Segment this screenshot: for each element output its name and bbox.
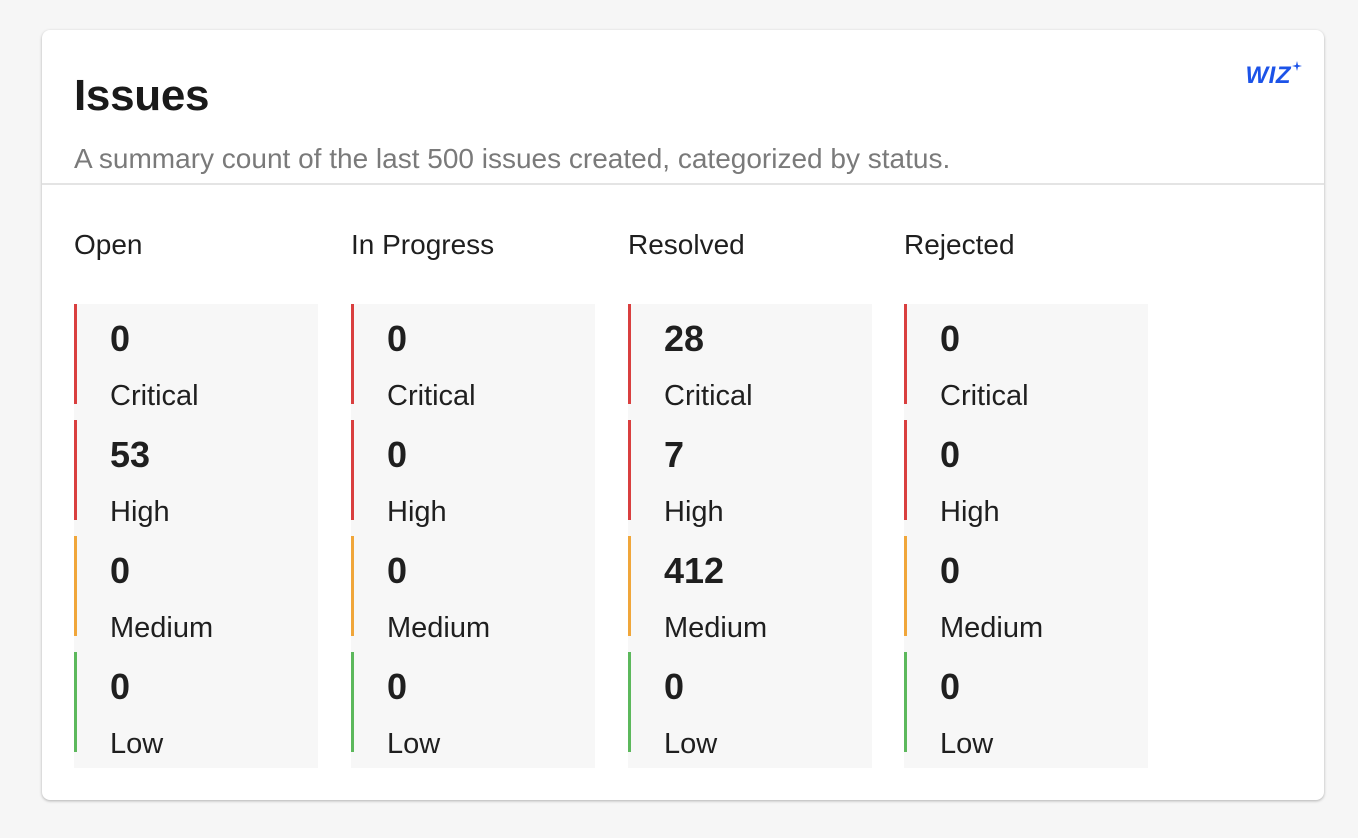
severity-label: Critical xyxy=(664,380,753,412)
severity-label: High xyxy=(940,496,1000,528)
severity-count: 0 xyxy=(940,550,961,591)
severity-bar xyxy=(74,536,77,636)
severity-count: 0 xyxy=(387,434,408,475)
severity-item-medium[interactable]: 0 Medium xyxy=(74,536,318,652)
severity-label: High xyxy=(110,496,170,528)
severity-label: Low xyxy=(940,728,994,760)
severity-label: Low xyxy=(664,728,718,760)
severity-bar xyxy=(628,536,631,636)
severity-list: 28 Critical 7 High 412 Medium 0 Low xyxy=(628,304,872,768)
severity-count: 0 xyxy=(110,318,131,359)
severity-count: 53 xyxy=(110,434,151,475)
severity-count: 0 xyxy=(110,550,131,591)
severity-count: 0 xyxy=(387,666,408,707)
page-title: Issues xyxy=(74,71,210,120)
severity-bar xyxy=(74,652,77,752)
status-label: Resolved xyxy=(628,229,745,260)
severity-item-high[interactable]: 53 High xyxy=(74,420,318,536)
severity-label: Medium xyxy=(387,612,491,644)
severity-item-high[interactable]: 7 High xyxy=(628,420,872,536)
severity-bar xyxy=(904,420,907,520)
severity-bar xyxy=(904,652,907,752)
sparkle-icon xyxy=(1292,61,1302,71)
severity-count: 0 xyxy=(387,318,408,359)
severity-list: 0 Critical 0 High 0 Medium 0 Low xyxy=(904,304,1148,768)
severity-label: Medium xyxy=(664,612,768,644)
severity-item-low[interactable]: 0 Low xyxy=(351,652,595,768)
severity-item-critical[interactable]: 0 Critical xyxy=(904,304,1148,420)
issues-card: Issues A summary count of the last 500 i… xyxy=(42,30,1324,800)
severity-item-low[interactable]: 0 Low xyxy=(74,652,318,768)
status-column-open: Open 0 Critical 53 High 0 Medium 0 Low xyxy=(74,225,318,768)
severity-label: Medium xyxy=(110,612,214,644)
severity-item-critical[interactable]: 0 Critical xyxy=(74,304,318,420)
severity-label: High xyxy=(664,496,724,528)
severity-label: Low xyxy=(387,728,441,760)
severity-item-medium[interactable]: 0 Medium xyxy=(904,536,1148,652)
card-header: Issues A summary count of the last 500 i… xyxy=(42,30,1324,185)
severity-bar xyxy=(628,304,631,404)
severity-count: 412 xyxy=(664,550,725,591)
severity-label: Critical xyxy=(940,380,1029,412)
severity-bar xyxy=(628,652,631,752)
severity-item-medium[interactable]: 0 Medium xyxy=(351,536,595,652)
severity-count: 0 xyxy=(387,550,408,591)
severity-label: Critical xyxy=(387,380,476,412)
status-column-resolved: Resolved 28 Critical 7 High 412 Medium 0… xyxy=(628,225,872,768)
severity-list: 0 Critical 0 High 0 Medium 0 Low xyxy=(351,304,595,768)
severity-label: Critical xyxy=(110,380,199,412)
wiz-logo: WIZ xyxy=(1246,60,1302,92)
status-column-rejected: Rejected 0 Critical 0 High 0 Medium 0 Lo… xyxy=(904,225,1148,768)
severity-label: Medium xyxy=(940,612,1044,644)
severity-item-low[interactable]: 0 Low xyxy=(904,652,1148,768)
status-label: Open xyxy=(74,229,143,260)
severity-item-medium[interactable]: 412 Medium xyxy=(628,536,872,652)
severity-count: 0 xyxy=(664,666,685,707)
card-subtitle: A summary count of the last 500 issues c… xyxy=(74,143,951,174)
severity-count: 0 xyxy=(110,666,131,707)
severity-bar xyxy=(904,304,907,404)
status-column-in-progress: In Progress 0 Critical 0 High 0 Medium 0… xyxy=(351,225,595,768)
severity-item-high[interactable]: 0 High xyxy=(904,420,1148,536)
severity-item-critical[interactable]: 28 Critical xyxy=(628,304,872,420)
severity-bar xyxy=(904,536,907,636)
severity-count: 0 xyxy=(940,666,961,707)
severity-label: Low xyxy=(110,728,164,760)
status-columns: Open 0 Critical 53 High 0 Medium 0 Low I… xyxy=(74,225,1181,768)
severity-count: 28 xyxy=(664,318,705,359)
severity-label: High xyxy=(387,496,447,528)
severity-bar xyxy=(74,304,77,404)
severity-bar xyxy=(351,304,354,404)
severity-bar xyxy=(351,652,354,752)
severity-count: 7 xyxy=(664,434,685,475)
severity-bar xyxy=(74,420,77,520)
severity-bar xyxy=(351,420,354,520)
status-label: In Progress xyxy=(351,229,495,260)
severity-item-high[interactable]: 0 High xyxy=(351,420,595,536)
logo-text: WIZ xyxy=(1245,62,1291,89)
severity-item-low[interactable]: 0 Low xyxy=(628,652,872,768)
severity-bar xyxy=(628,420,631,520)
severity-count: 0 xyxy=(940,318,961,359)
severity-bar xyxy=(351,536,354,636)
severity-item-critical[interactable]: 0 Critical xyxy=(351,304,595,420)
status-label: Rejected xyxy=(904,229,1015,260)
severity-count: 0 xyxy=(940,434,961,475)
severity-list: 0 Critical 53 High 0 Medium 0 Low xyxy=(74,304,318,768)
